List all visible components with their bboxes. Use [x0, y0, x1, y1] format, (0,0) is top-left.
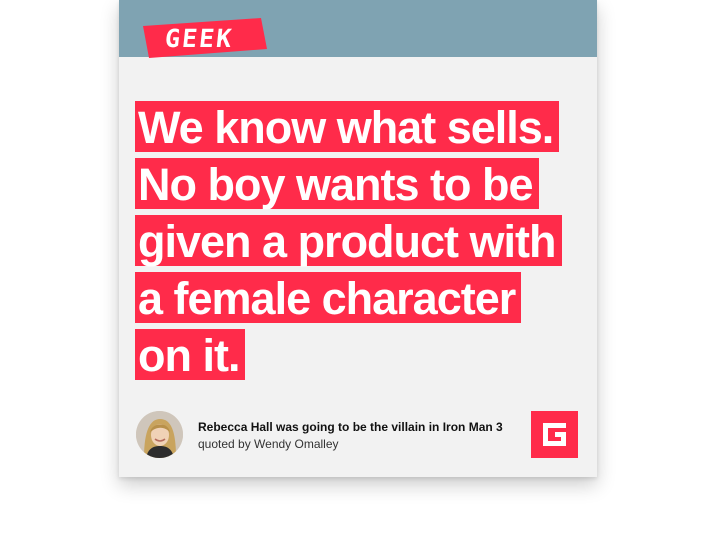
quote-line: on it. [135, 329, 246, 381]
g-glyph-icon [543, 423, 566, 446]
author-avatar[interactable] [136, 411, 183, 458]
quote-footer: Rebecca Hall was going to be the villain… [136, 411, 581, 459]
quote-line: We know what sells. [135, 101, 560, 153]
quote-line: given a product with [135, 215, 562, 267]
quote-text: We know what sells. No boy wants to be g… [135, 100, 595, 385]
quote-line: No boy wants to be [135, 158, 539, 210]
geek-logo-text: GEEK [163, 24, 235, 53]
avatar-portrait-icon [136, 411, 183, 458]
article-title-link[interactable]: Rebecca Hall was going to be the villain… [198, 420, 503, 434]
quoted-by-text: quoted by Wendy Omalley [198, 437, 339, 451]
quote-line: a female character [135, 272, 522, 324]
geek-logo[interactable]: GEEK [143, 18, 267, 58]
card-header: GEEK [119, 0, 597, 58]
geek-g-logo-icon[interactable] [531, 411, 578, 458]
quote-card: GEEK We know what sells. No boy wants to… [119, 0, 597, 477]
